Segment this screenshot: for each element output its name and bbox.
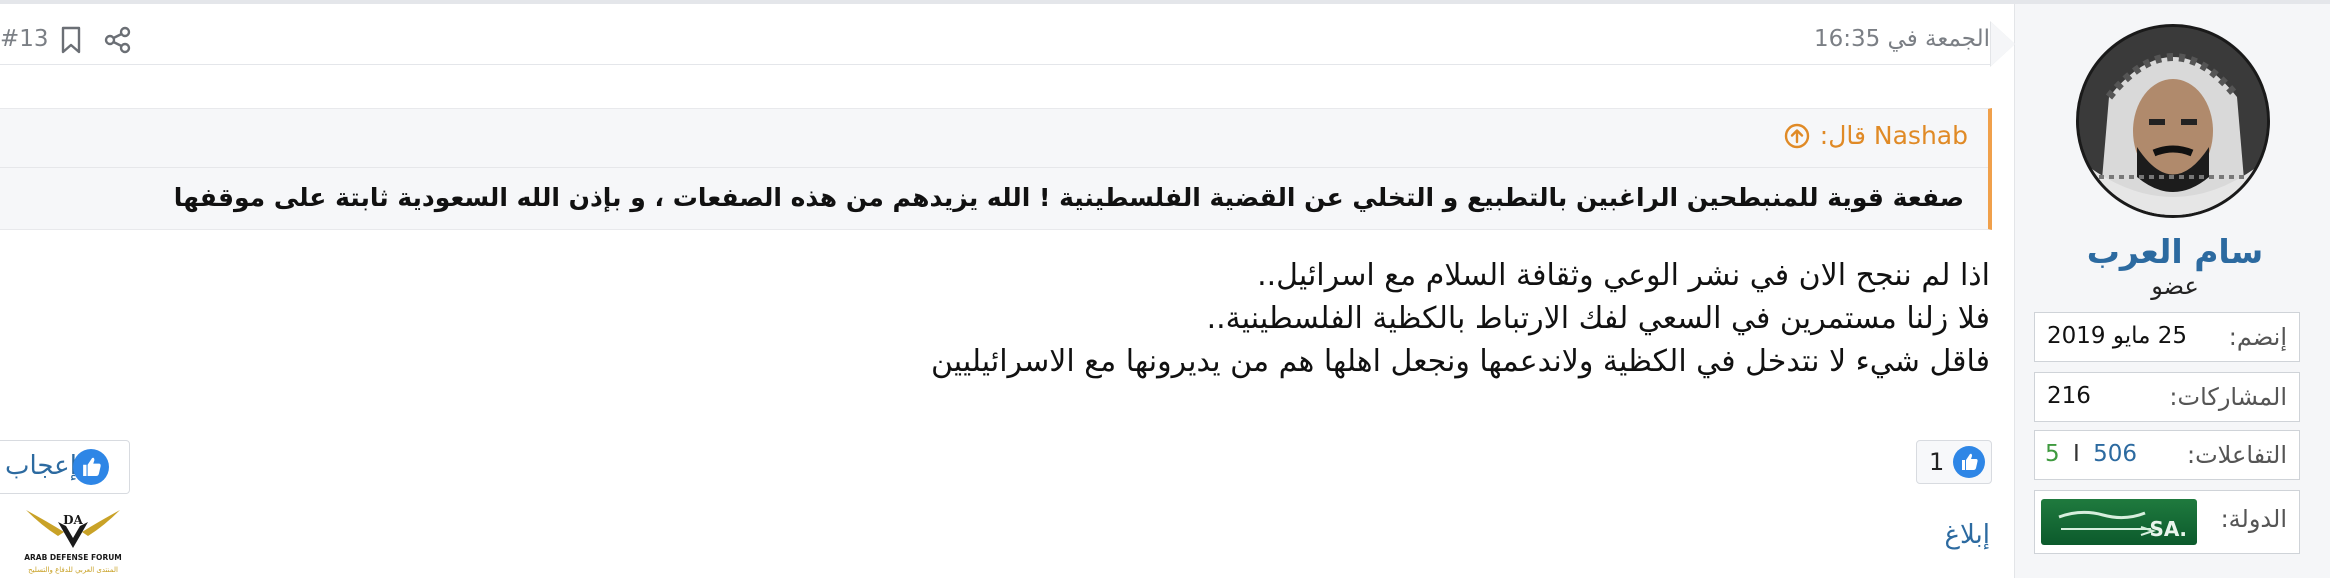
thumbs-up-icon xyxy=(73,449,109,485)
user-title: عضو xyxy=(2151,272,2199,300)
header-divider xyxy=(0,64,1992,65)
reaction-count: 1 xyxy=(1929,448,1945,476)
message-line: فلا زلنا مستمرين في السعي لفك الارتباط ب… xyxy=(1206,301,1990,336)
quote-author[interactable]: Nashab قال: xyxy=(1820,121,1968,150)
logo-mark: DA xyxy=(63,513,83,527)
post-date[interactable]: الجمعة في 16:35 xyxy=(1500,26,1990,52)
arrow-up-circle-icon[interactable] xyxy=(1784,123,1810,149)
reactions-row: التفاعلات: 5 I 506 xyxy=(2034,430,2300,480)
posts-value[interactable]: 216 xyxy=(2047,383,2091,409)
reaction-summary[interactable]: 1 xyxy=(1916,440,1992,484)
post-message: اذا لم ننجح الان في نشر الوعي وثقافة الس… xyxy=(90,254,1990,383)
posts-row: المشاركات: 216 xyxy=(2034,372,2300,422)
country-row: الدولة: .SA xyxy=(2034,490,2300,554)
like-button[interactable]: إعجاب xyxy=(0,440,130,494)
quote-header[interactable]: Nashab قال: xyxy=(1784,121,1968,150)
country-flag-image: .SA xyxy=(2041,499,2197,545)
quote-divider xyxy=(0,167,1988,168)
forum-logo: DA ARAB DEFENSE FORUM المنتدى العربي للد… xyxy=(18,492,128,578)
like-label: إعجاب xyxy=(5,451,77,481)
joined-row: إنضم: 25 مايو 2019 xyxy=(2034,312,2300,362)
reactions-value: 5 I 506 xyxy=(2045,441,2137,467)
message-line: فاقل شيء لا نتدخل في الكظية ولاندعمها ون… xyxy=(930,344,1990,379)
reactions-other: 5 xyxy=(2045,441,2060,467)
logo-text-en: ARAB DEFENSE FORUM xyxy=(24,553,122,562)
reactions-separator: I xyxy=(2072,441,2080,467)
bookmark-icon[interactable] xyxy=(60,26,82,54)
flag-text: .SA xyxy=(2149,517,2188,541)
country-label: الدولة: xyxy=(2220,505,2287,533)
post-number[interactable]: #13 xyxy=(0,26,49,52)
report-link[interactable]: إبلاغ xyxy=(1920,520,1991,550)
message-line: اذا لم ننجح الان في نشر الوعي وثقافة الس… xyxy=(1257,258,1990,293)
reactions-label: التفاعلات: xyxy=(2187,441,2287,469)
posts-label: المشاركات: xyxy=(2169,383,2287,411)
thumbs-up-icon xyxy=(1953,446,1985,478)
avatar[interactable] xyxy=(2076,24,2270,218)
quote-text: صفعة قوية للمنبطحين الراغبين بالتطبيع و … xyxy=(173,183,1964,212)
quote-block: Nashab قال: صفعة قوية للمنبطحين الراغبين… xyxy=(0,108,1992,230)
panel-arrow xyxy=(1991,22,2015,66)
username[interactable]: سام العرب xyxy=(2030,232,2320,271)
joined-label: إنضم: xyxy=(2228,323,2287,351)
joined-value: 25 مايو 2019 xyxy=(2047,323,2188,349)
logo-text-ar: المنتدى العربي للدفاع والتسليح xyxy=(28,566,118,574)
top-border xyxy=(0,0,2330,4)
share-icon[interactable] xyxy=(104,26,132,54)
reactions-positive: 506 xyxy=(2093,441,2137,467)
